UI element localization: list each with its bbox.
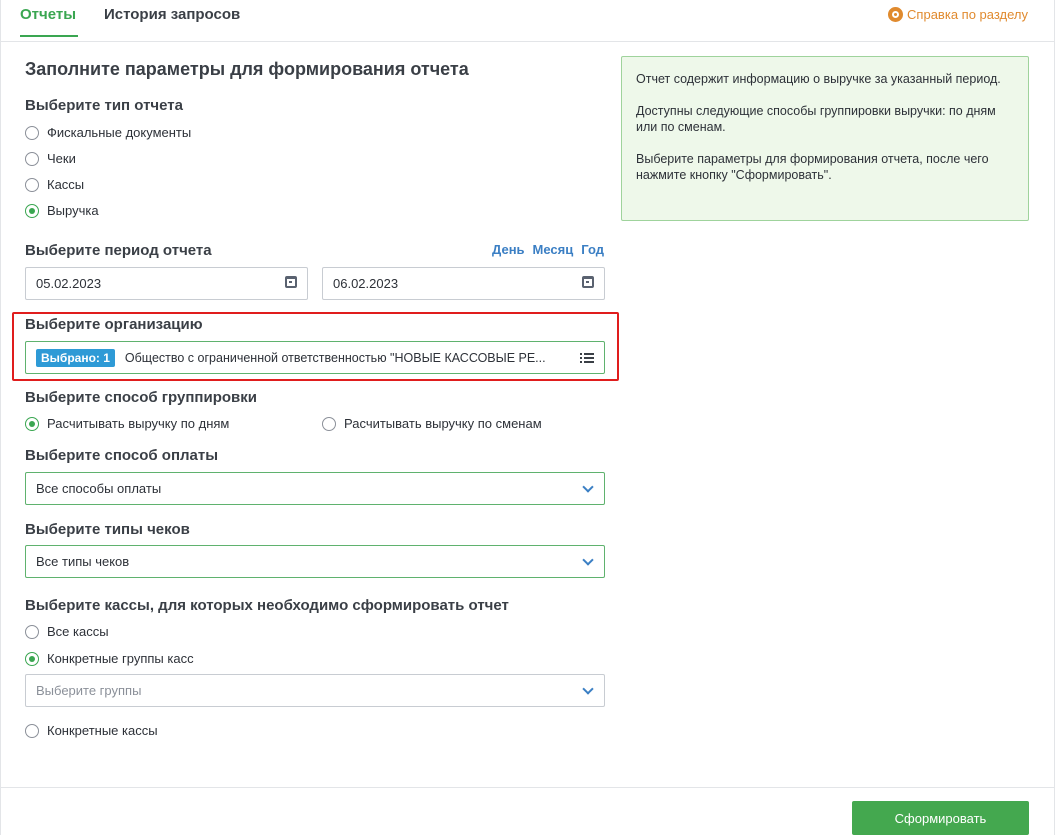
radio-all-registers[interactable]: Все кассы [25,624,109,639]
calendar-icon[interactable] [285,276,297,288]
payment-method-select[interactable]: Все способы оплаты [25,472,605,505]
period-title: Выберите период отчета [25,242,212,259]
receipt-types-title: Выберите типы чеков [25,521,190,538]
grouping-title: Выберите способ группировки [25,389,257,406]
radio-registers[interactable]: Кассы [25,177,84,192]
radio-circle [25,177,39,192]
radio-circle [25,651,39,666]
radio-revenue[interactable]: Выручка [25,203,99,218]
date-from-input[interactable]: 05.02.2023 [25,267,308,300]
radio-label: Кассы [47,177,85,192]
report-type-title: Выберите тип отчета [25,97,183,114]
register-groups-placeholder: Выберите группы [36,683,142,698]
organization-title: Выберите организацию [25,316,203,333]
radio-circle [322,416,336,431]
radio-label: Чеки [47,151,76,166]
info-panel: Отчет содержит информацию о выручке за у… [621,56,1029,221]
radio-circle [25,624,39,639]
organization-select[interactable]: Выбрано: 1 Общество с ограниченной ответ… [25,341,605,374]
generate-report-button[interactable]: Сформировать [852,801,1029,835]
radio-group-by-shifts[interactable]: Расчитывать выручку по сменам [322,416,542,431]
info-paragraph: Выберите параметры для формирования отче… [636,152,989,182]
radio-label: Конкретные группы касс [47,651,194,666]
period-month-link[interactable]: Месяц [533,242,574,257]
lifebuoy-icon [888,7,904,22]
tab-request-history[interactable]: История запросов [104,6,240,35]
radio-specific-registers[interactable]: Конкретные кассы [25,723,158,738]
radio-circle [25,151,39,166]
radio-label: Фискальные документы [47,125,192,140]
period-year-link[interactable]: Год [581,242,604,257]
report-page: Отчеты История запросов Справка по разде… [0,0,1055,835]
date-to-input[interactable]: 06.02.2023 [322,267,605,300]
organization-value: Общество с ограниченной ответственностью… [124,350,546,365]
calendar-icon[interactable] [582,276,594,288]
radio-receipts[interactable]: Чеки [25,151,76,166]
register-groups-select[interactable]: Выберите группы [25,674,605,707]
radio-label: Расчитывать выручку по сменам [344,416,542,431]
list-icon[interactable] [580,353,594,363]
radio-circle [25,203,39,218]
receipt-types-select[interactable]: Все типы чеков [25,545,605,578]
receipt-types-value: Все типы чеков [36,554,130,569]
radio-label: Выручка [47,203,99,218]
registers-title: Выберите кассы, для которых необходимо с… [25,597,509,614]
footer-divider [1,787,1054,788]
radio-register-groups[interactable]: Конкретные группы касс [25,651,194,666]
payment-method-value: Все способы оплаты [36,481,162,496]
chevron-down-icon [582,683,594,695]
payment-title: Выберите способ оплаты [25,447,219,464]
radio-label: Все кассы [47,624,109,639]
help-link-label: Справка по разделу [907,7,1028,22]
radio-circle [25,723,39,738]
chevron-down-icon [582,554,594,566]
tab-reports[interactable]: Отчеты [20,6,78,37]
chevron-down-icon [582,481,594,493]
radio-group-by-days[interactable]: Расчитывать выручку по дням [25,416,229,431]
radio-circle [25,125,39,140]
selected-count-badge: Выбрано: 1 [36,348,115,367]
period-presets: День Месяц Год [492,242,604,257]
radio-circle [25,416,39,431]
radio-fiscal-documents[interactable]: Фискальные документы [25,125,191,140]
date-to-value: 06.02.2023 [333,276,399,291]
tab-bar: Отчеты История запросов Справка по разде… [1,0,1054,42]
info-paragraph: Отчет содержит информацию о выручке за у… [636,72,1001,86]
radio-label: Расчитывать выручку по дням [47,416,230,431]
period-day-link[interactable]: День [492,242,525,257]
help-link[interactable]: Справка по разделу [888,7,1028,22]
radio-label: Конкретные кассы [47,723,158,738]
info-paragraph: Доступны следующие способы группировки в… [636,104,996,134]
page-title: Заполните параметры для формирования отч… [25,59,469,79]
date-from-value: 05.02.2023 [36,276,102,291]
